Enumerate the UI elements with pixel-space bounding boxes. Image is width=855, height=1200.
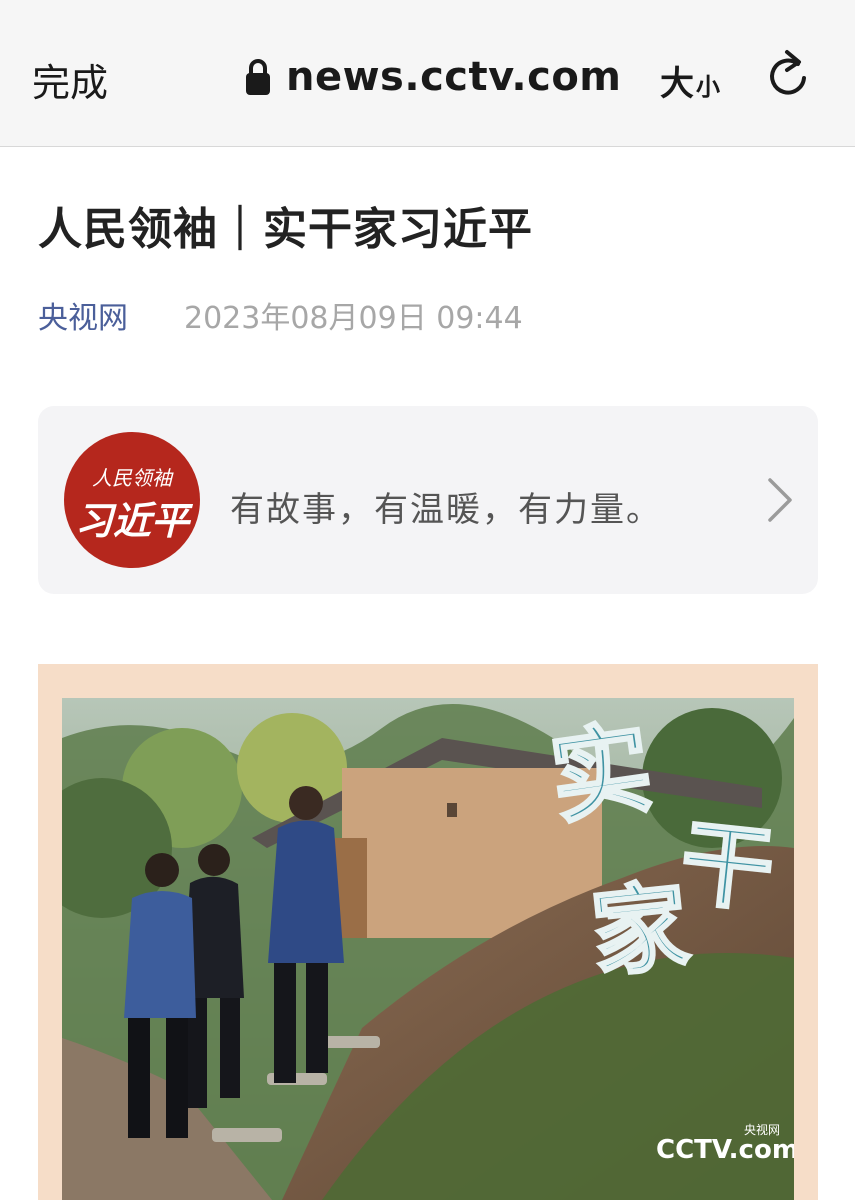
publish-timestamp: 2023年08月09日 09:44 [184, 301, 523, 336]
text-size-big-label: 大 [660, 64, 694, 104]
article-title: 人民领袖｜实干家习近平 [38, 204, 533, 255]
overlay-char-2: 干 [676, 808, 779, 925]
article-meta: 央视网 2023年08月09日 09:44 [38, 293, 523, 337]
overlay-char-3: 家 [587, 868, 694, 990]
reload-icon[interactable] [765, 48, 811, 100]
text-size-button[interactable]: 大 小 [660, 56, 720, 105]
source-link[interactable]: 央视网 [38, 293, 128, 337]
series-seal-logo: 人民领袖 习近平 [64, 432, 200, 568]
cctv-watermark: CCTV.com [656, 1135, 794, 1165]
series-slogan: 有故事，有温暖，有力量。 [230, 490, 662, 530]
address-bar[interactable]: news.cctv.com [244, 52, 621, 102]
hero-image-frame: 实 干 家 CCTV.com 央视网 [38, 664, 818, 1200]
done-button[interactable]: 完成 [32, 52, 108, 107]
seal-line-1: 人民领袖 [92, 466, 172, 490]
chevron-right-icon [768, 478, 792, 522]
url-domain: news.cctv.com [286, 54, 622, 100]
series-card[interactable]: 人民领袖 习近平 有故事，有温暖，有力量。 [38, 406, 818, 594]
cctv-watermark-cn: 央视网 [744, 1122, 780, 1137]
text-size-small-label: 小 [696, 73, 720, 101]
lock-icon [246, 59, 270, 95]
hero-photo[interactable]: 实 干 家 CCTV.com 央视网 [62, 698, 794, 1200]
browser-toolbar: 完成 news.cctv.com 大 小 [0, 0, 855, 147]
overlay-char-1: 实 [544, 708, 659, 839]
seal-line-2: 习近平 [74, 498, 189, 543]
